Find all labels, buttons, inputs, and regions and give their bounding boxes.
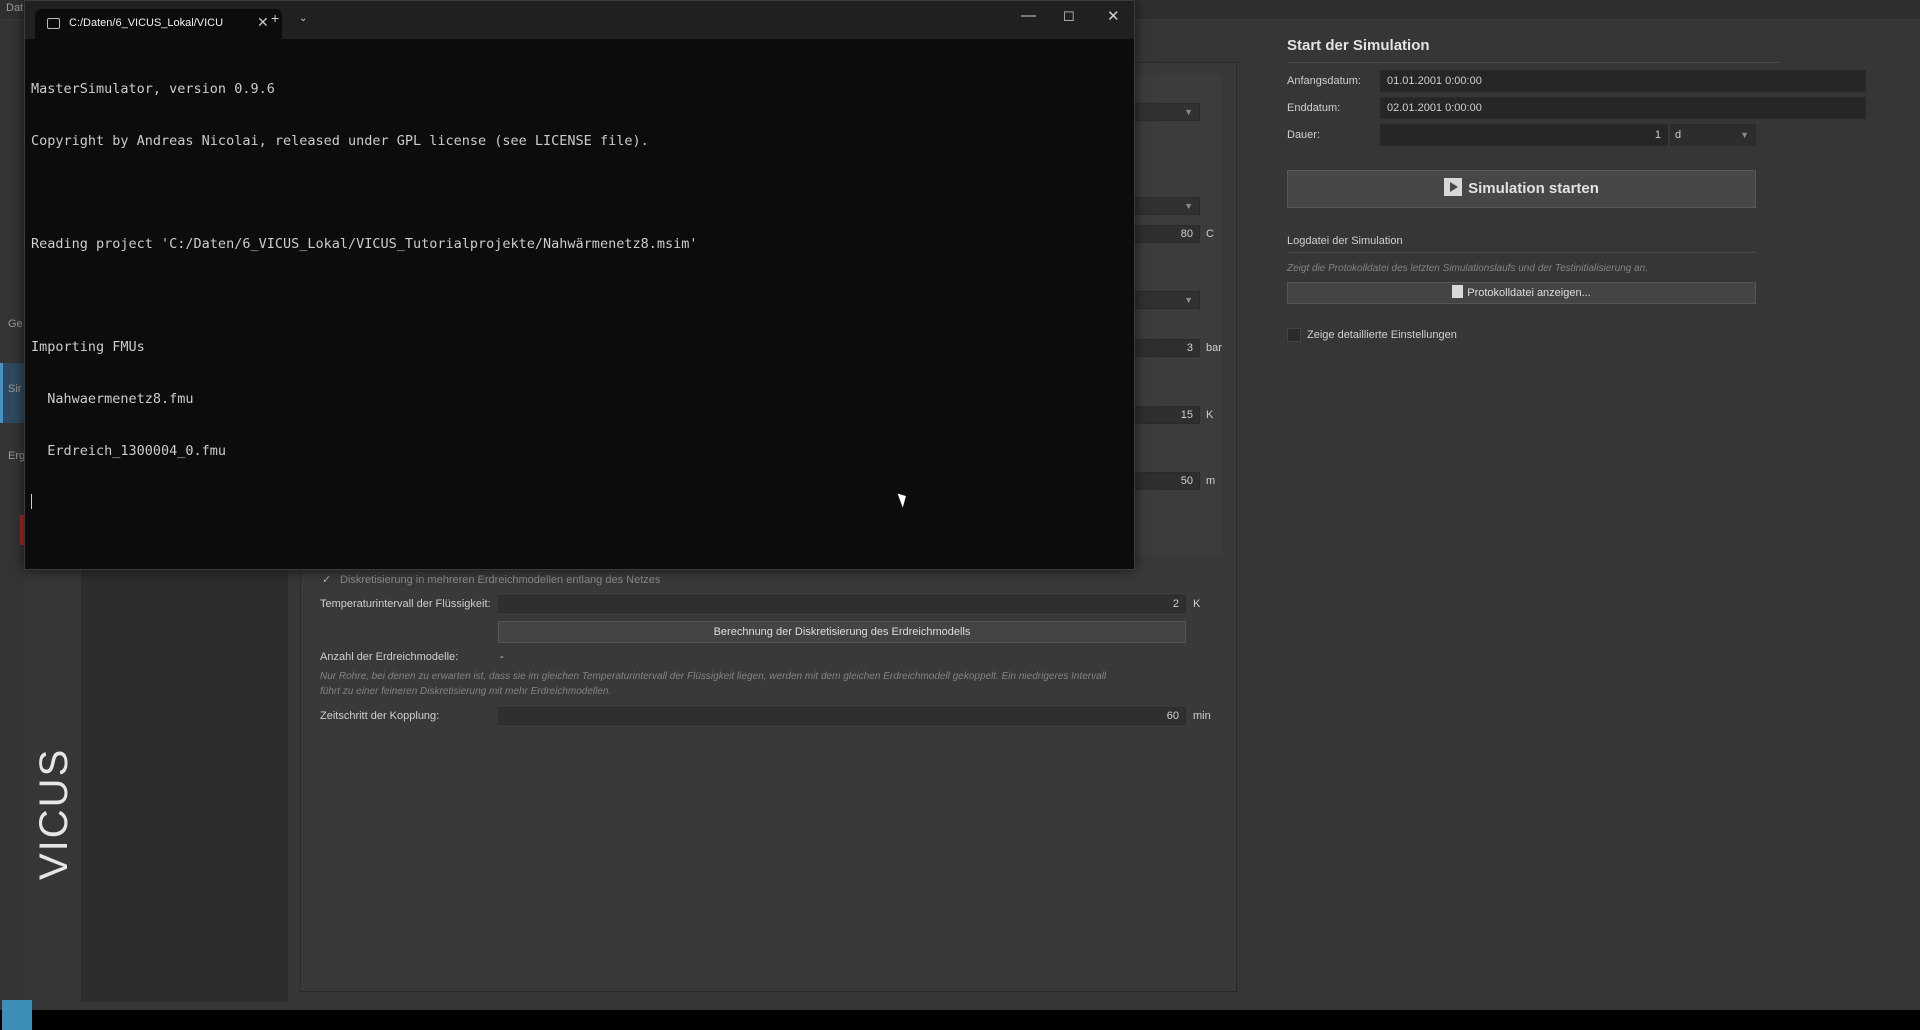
duration-field[interactable]: 1 [1380, 124, 1668, 146]
settings-combo-2[interactable]: ▼ [1130, 197, 1200, 215]
log-hint: Zeigt die Protokolldatei des letzten Sim… [1287, 263, 1648, 274]
terminal-tab-title: C:/Daten/6_VICUS_Lokal/VICU [69, 17, 224, 29]
temp-difference-unit: K [1206, 409, 1214, 421]
coupling-step-field[interactable]: 60 [498, 707, 1186, 725]
temperature-field[interactable]: 80 [1130, 225, 1200, 243]
text-cursor [31, 494, 32, 510]
document-icon [1452, 285, 1464, 298]
play-icon [1444, 178, 1463, 196]
terminal-window: C:/Daten/6_VICUS_Lokal/VICU ✕ + ⌄ — ☐ ✕ … [24, 0, 1135, 570]
compute-discretization-button[interactable]: Berechnung der Diskretisierung des Erdre… [498, 621, 1186, 643]
start-date-label: Anfangsdatum: [1287, 75, 1361, 87]
terminal-titlebar: C:/Daten/6_VICUS_Lokal/VICU ✕ + ⌄ — ☐ ✕ [25, 1, 1134, 39]
terminal-line: MasterSimulator, version 0.9.6 [31, 81, 275, 98]
rail-item-geometry[interactable]: Ge [8, 318, 23, 330]
fluid-temp-interval-label: Temperaturintervall der Flüssigkeit: [320, 598, 491, 610]
pressure-field[interactable]: 3 [1130, 339, 1200, 357]
details-checkbox-label: Zeige detaillierte Einstellungen [1307, 329, 1457, 341]
length-field[interactable]: 50 [1130, 472, 1200, 490]
pressure-unit: bar [1206, 342, 1222, 354]
start-simulation-label: Simulation starten [1468, 180, 1599, 197]
minimize-icon[interactable]: — [1021, 7, 1036, 24]
chevron-down-icon: ▼ [1184, 107, 1193, 117]
rail-item-results[interactable]: Erg [8, 450, 25, 462]
maximize-icon[interactable]: ☐ [1063, 9, 1075, 25]
terminal-line: Copyright by Andreas Nicolai, released u… [31, 133, 649, 150]
start-date-field[interactable]: 01.01.2001 0:00:00 [1380, 70, 1866, 92]
settings-combo-3[interactable]: ▼ [1130, 291, 1200, 309]
discretization-hint-line-1: Nur Rohre, bei denen zu erwarten ist, da… [320, 671, 1107, 682]
soil-model-count-label: Anzahl der Erdreichmodelle: [320, 651, 459, 663]
length-unit: m [1206, 475, 1216, 487]
log-title: Logdatei der Simulation [1287, 235, 1403, 247]
terminal-icon [47, 18, 60, 29]
mode-rail: Ge Sir Erg VICUS [0, 20, 76, 1030]
close-window-icon[interactable]: ✕ [1107, 7, 1120, 25]
coupling-step-unit: min [1193, 710, 1211, 722]
chevron-down-icon: ▼ [1184, 295, 1193, 305]
vicus-logo: VICUS [2, 748, 76, 1030]
simulation-title: Start der Simulation [1287, 37, 1430, 54]
menu-item-file[interactable]: Dat [6, 2, 23, 14]
soil-model-count-value: - [500, 651, 504, 663]
duration-label: Dauer: [1287, 129, 1321, 141]
navigation-panel [81, 560, 288, 1002]
end-date-label: Enddatum: [1287, 102, 1341, 114]
temperature-unit: C [1206, 228, 1214, 240]
fluid-temp-interval-unit: K [1193, 598, 1201, 610]
terminal-line: Erdreich_1300004_0.fmu [31, 442, 227, 459]
terminal-line: Nahwaermenetz8.fmu [31, 391, 194, 408]
discretization-checkbox-label: Diskretisierung in mehreren Erdreichmode… [340, 574, 661, 586]
discretization-checkbox[interactable]: ✓ [322, 572, 331, 588]
chevron-down-icon[interactable]: ⌄ [299, 13, 307, 24]
simulation-panel: Start der Simulation Anfangsdatum: 01.01… [1270, 20, 1920, 1010]
divider [1287, 252, 1756, 253]
temp-difference-field[interactable]: 15 [1130, 406, 1200, 424]
terminal-line: Importing FMUs [31, 339, 145, 356]
chevron-down-icon: ▼ [1184, 201, 1193, 211]
divider [1287, 62, 1780, 63]
vicus-logo-icon [2, 1000, 32, 1030]
close-icon[interactable]: ✕ [257, 14, 269, 31]
terminal-tab[interactable]: C:/Daten/6_VICUS_Lokal/VICU ✕ [35, 9, 282, 39]
end-date-field[interactable]: 02.01.2001 0:00:00 [1380, 97, 1866, 119]
vicus-logo-text: VICUS [32, 747, 76, 880]
start-simulation-button[interactable]: Simulation starten [1287, 170, 1756, 208]
terminal-output[interactable]: MasterSimulator, version 0.9.6 Copyright… [31, 47, 1121, 547]
chevron-down-icon: ▼ [1740, 130, 1749, 140]
discretization-hint-line-2: führt zu einer feineren Diskretisierung … [320, 686, 612, 697]
settings-combo-1[interactable]: ▼ [1130, 103, 1200, 121]
duration-unit-combo[interactable]: d ▼ [1670, 124, 1756, 146]
new-tab-icon[interactable]: + [271, 10, 279, 26]
coupling-step-label: Zeitschritt der Kopplung: [320, 710, 440, 722]
terminal-line: Reading project 'C:/Daten/6_VICUS_Lokal/… [31, 236, 698, 253]
show-log-button[interactable]: Protokolldatei anzeigen... [1287, 282, 1756, 304]
duration-unit-value: d [1675, 129, 1682, 141]
show-log-label: Protokolldatei anzeigen... [1467, 287, 1591, 299]
fluid-temp-interval-field[interactable]: 2 [498, 595, 1186, 613]
rail-item-simulation[interactable]: Sir [8, 383, 21, 395]
details-checkbox[interactable] [1287, 328, 1301, 342]
